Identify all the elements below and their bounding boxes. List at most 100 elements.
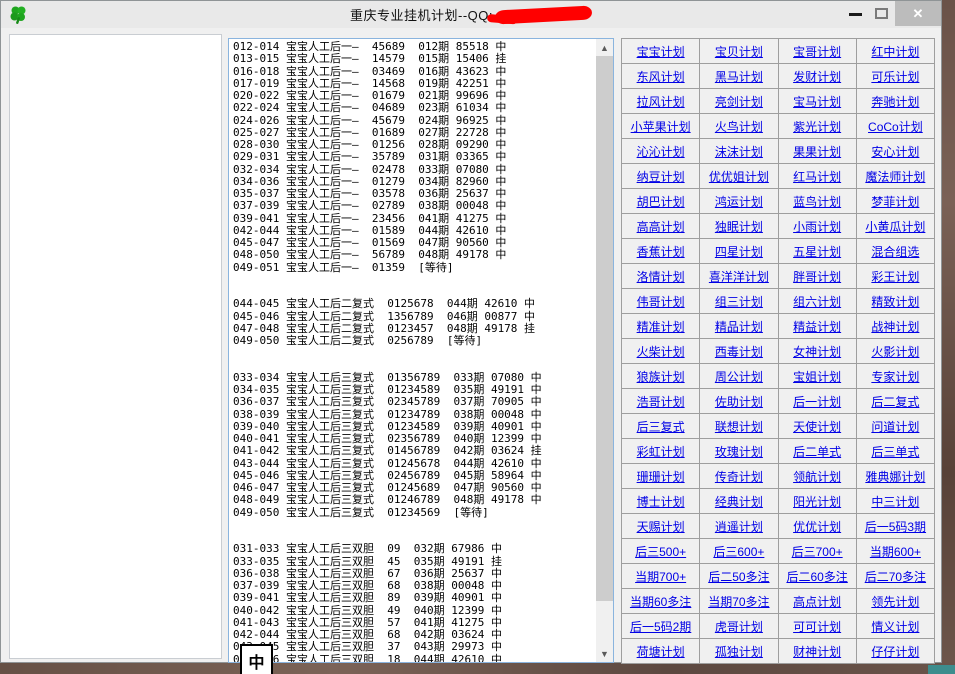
plan-link[interactable]: 阳光计划	[793, 493, 841, 510]
plan-link[interactable]: 虎哥计划	[715, 618, 763, 635]
plan-link[interactable]: 后一计划	[793, 393, 841, 410]
plan-link[interactable]: 火鸟计划	[715, 118, 763, 135]
plan-link[interactable]: 喜洋洋计划	[709, 268, 769, 285]
plan-link[interactable]: 后二复式	[871, 393, 919, 410]
plan-link[interactable]: 后一5码3期	[865, 518, 926, 535]
plan-link[interactable]: CoCo计划	[868, 118, 923, 135]
plan-link[interactable]: 可可计划	[793, 618, 841, 635]
plan-link[interactable]: 佐助计划	[715, 393, 763, 410]
plan-link[interactable]: 西毒计划	[715, 343, 763, 360]
plan-output-area[interactable]: 012-014 宝宝人工后一— 45689 012期 85518 中013-01…	[228, 38, 614, 663]
plan-link[interactable]: 伟哥计划	[637, 293, 685, 310]
plan-link[interactable]: 珊珊计划	[637, 468, 685, 485]
plan-link[interactable]: 女神计划	[793, 343, 841, 360]
plan-link[interactable]: 宝哥计划	[793, 43, 841, 60]
plan-link[interactable]: 财神计划	[793, 643, 841, 660]
plan-link[interactable]: 孤独计划	[715, 643, 763, 660]
plan-link[interactable]: 后三600+	[713, 543, 764, 560]
plan-link[interactable]: 后二50多注	[708, 568, 769, 585]
plan-link[interactable]: 当期600+	[870, 543, 921, 560]
plan-link[interactable]: 魔法师计划	[865, 168, 925, 185]
plan-link[interactable]: 混合组选	[871, 243, 919, 260]
plan-link[interactable]: 拉风计划	[637, 93, 685, 110]
plan-link[interactable]: 中三计划	[871, 493, 919, 510]
plan-link[interactable]: 精益计划	[793, 318, 841, 335]
plan-link[interactable]: 精致计划	[871, 293, 919, 310]
plan-link[interactable]: 后三500+	[635, 543, 686, 560]
minimize-button[interactable]	[849, 13, 862, 16]
plan-link[interactable]: 四星计划	[715, 243, 763, 260]
plan-link[interactable]: 宝姐计划	[793, 368, 841, 385]
plan-link[interactable]: 后三复式	[637, 418, 685, 435]
plan-link[interactable]: 红中计划	[871, 43, 919, 60]
plan-link[interactable]: 仔仔计划	[871, 643, 919, 660]
plan-link[interactable]: 专家计划	[871, 368, 919, 385]
plan-link[interactable]: 组三计划	[715, 293, 763, 310]
plan-link[interactable]: 玫瑰计划	[715, 443, 763, 460]
plan-link[interactable]: 天使计划	[793, 418, 841, 435]
plan-link[interactable]: 亮剑计划	[715, 93, 763, 110]
plan-link[interactable]: 纳豆计划	[637, 168, 685, 185]
plan-link[interactable]: 火影计划	[871, 343, 919, 360]
plan-link[interactable]: 东风计划	[637, 68, 685, 85]
plan-link[interactable]: 问道计划	[871, 418, 919, 435]
close-button[interactable]: ✕	[895, 1, 941, 26]
plan-link[interactable]: 博士计划	[637, 493, 685, 510]
plan-link[interactable]: 火柴计划	[637, 343, 685, 360]
plan-link[interactable]: 情义计划	[871, 618, 919, 635]
plan-link[interactable]: 独眠计划	[715, 218, 763, 235]
plan-link[interactable]: 领航计划	[793, 468, 841, 485]
plan-link[interactable]: 浩哥计划	[637, 393, 685, 410]
plan-link[interactable]: 后二60多注	[786, 568, 847, 585]
plan-link[interactable]: 宝马计划	[793, 93, 841, 110]
plan-link[interactable]: 蓝鸟计划	[793, 193, 841, 210]
plan-link[interactable]: 天赐计划	[637, 518, 685, 535]
plan-link[interactable]: 优优姐计划	[709, 168, 769, 185]
scrollbar-thumb[interactable]	[596, 56, 613, 601]
plan-link[interactable]: 雅典娜计划	[865, 468, 925, 485]
plan-link[interactable]: 彩王计划	[871, 268, 919, 285]
plan-link[interactable]: 宝贝计划	[715, 43, 763, 60]
plan-link[interactable]: 当期60多注	[630, 593, 691, 610]
plan-link[interactable]: 当期70多注	[708, 593, 769, 610]
plan-link[interactable]: 沫沫计划	[715, 143, 763, 160]
plan-link[interactable]: 小黄瓜计划	[865, 218, 925, 235]
plan-link[interactable]: 小雨计划	[793, 218, 841, 235]
maximize-button[interactable]	[875, 8, 888, 19]
plan-link[interactable]: 传奇计划	[715, 468, 763, 485]
plan-link[interactable]: 奔驰计划	[871, 93, 919, 110]
plan-link[interactable]: 安心计划	[871, 143, 919, 160]
plan-link[interactable]: 沁沁计划	[637, 143, 685, 160]
plan-link[interactable]: 红马计划	[793, 168, 841, 185]
plan-link[interactable]: 黑马计划	[715, 68, 763, 85]
plan-link[interactable]: 后三700+	[792, 543, 843, 560]
plan-link[interactable]: 领先计划	[871, 593, 919, 610]
plan-link[interactable]: 当期700+	[635, 568, 686, 585]
plan-link[interactable]: 后二单式	[793, 443, 841, 460]
plan-link[interactable]: 后二70多注	[865, 568, 926, 585]
plan-link[interactable]: 周公计划	[715, 368, 763, 385]
plan-link[interactable]: 联想计划	[715, 418, 763, 435]
plan-link[interactable]: 胖哥计划	[793, 268, 841, 285]
plan-link[interactable]: 组六计划	[793, 293, 841, 310]
plan-link[interactable]: 香蕉计划	[637, 243, 685, 260]
plan-link[interactable]: 狼族计划	[637, 368, 685, 385]
plan-link[interactable]: 鸿运计划	[715, 193, 763, 210]
plan-link[interactable]: 逍遥计划	[715, 518, 763, 535]
plan-link[interactable]: 战神计划	[871, 318, 919, 335]
plan-link[interactable]: 梦菲计划	[871, 193, 919, 210]
plan-link[interactable]: 后三单式	[871, 443, 919, 460]
plan-link[interactable]: 宝宝计划	[637, 43, 685, 60]
plan-link[interactable]: 经典计划	[715, 493, 763, 510]
scroll-up-icon[interactable]: ▲	[596, 39, 613, 56]
plan-link[interactable]: 高高计划	[637, 218, 685, 235]
output-scrollbar[interactable]: ▲ ▼	[596, 39, 613, 662]
plan-link[interactable]: 彩虹计划	[637, 443, 685, 460]
plan-link[interactable]: 精品计划	[715, 318, 763, 335]
plan-link[interactable]: 后一5码2期	[630, 618, 691, 635]
plan-link[interactable]: 五星计划	[793, 243, 841, 260]
plan-link[interactable]: 优优计划	[793, 518, 841, 535]
scroll-down-icon[interactable]: ▼	[596, 645, 613, 662]
plan-link[interactable]: 高点计划	[793, 593, 841, 610]
plan-link[interactable]: 荷塘计划	[637, 643, 685, 660]
